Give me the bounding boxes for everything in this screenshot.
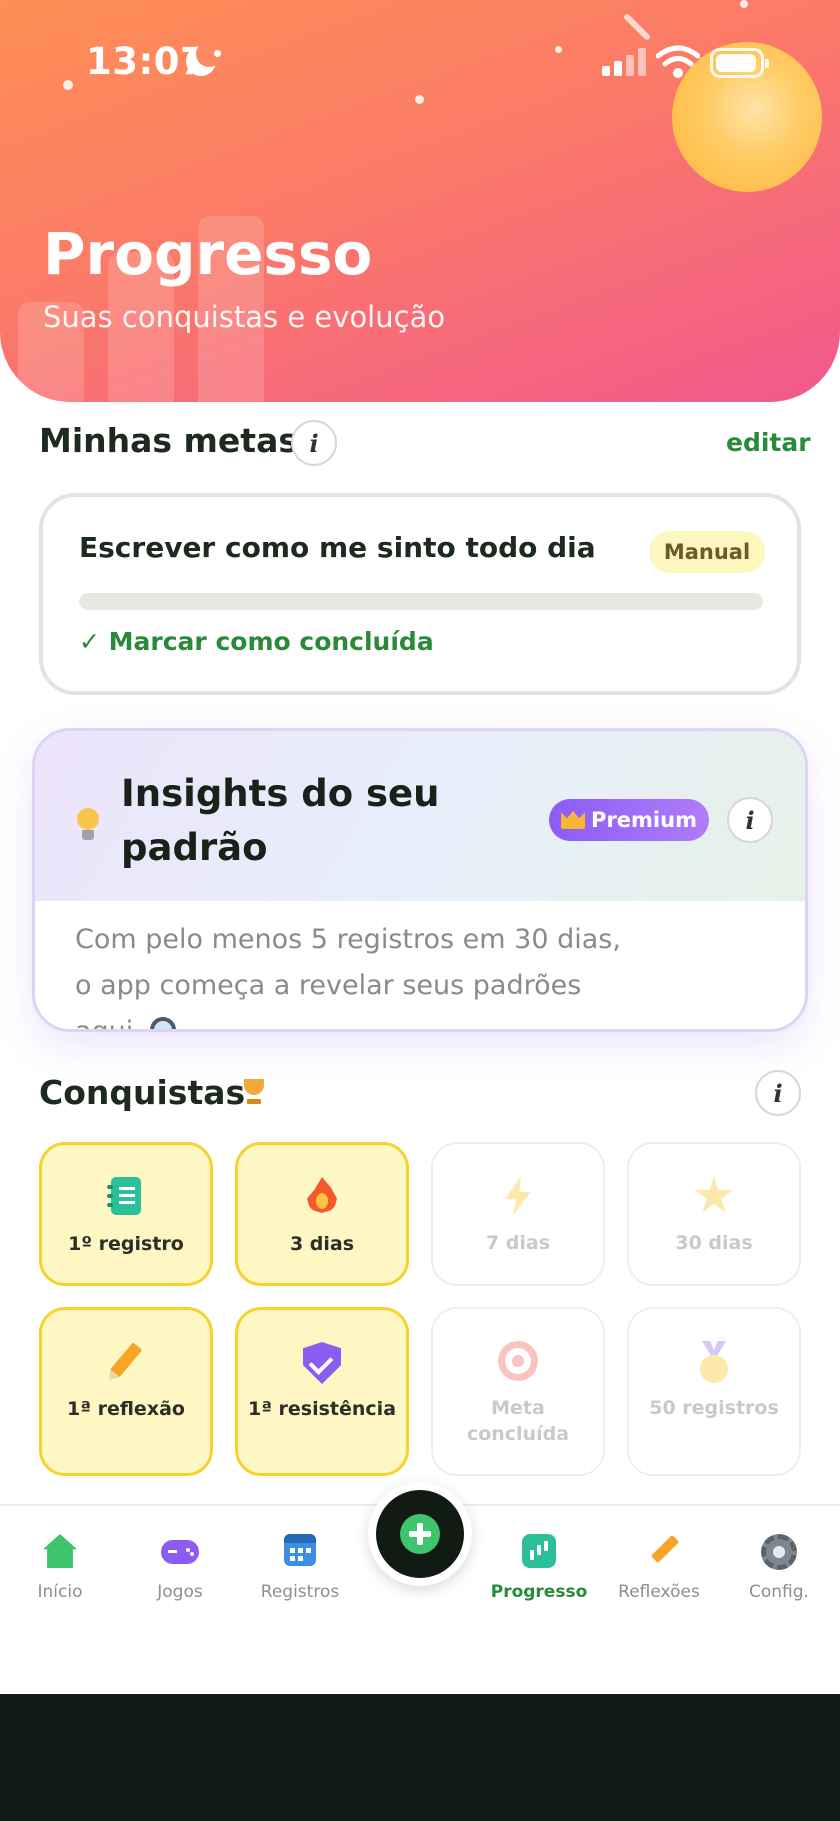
plus-icon bbox=[400, 1514, 440, 1554]
system-bottom-area bbox=[0, 1694, 840, 1821]
decor-dot bbox=[740, 0, 748, 8]
achievement-label: 1ª resistência bbox=[247, 1398, 397, 1420]
crown-icon bbox=[561, 811, 586, 829]
moon-icon bbox=[186, 41, 222, 76]
nav-label: Config. bbox=[749, 1582, 809, 1602]
goal-card: Escrever como me sinto todo dia Manual ✓… bbox=[39, 493, 801, 695]
mark-complete-button[interactable]: ✓ Marcar como concluída bbox=[79, 627, 434, 656]
medal-icon bbox=[694, 1341, 734, 1383]
achievement-card[interactable]: 1ª resistência bbox=[235, 1307, 409, 1476]
battery-icon bbox=[710, 48, 769, 78]
achievement-card[interactable]: 7 dias bbox=[431, 1142, 605, 1286]
achievement-label: 30 dias bbox=[675, 1232, 753, 1254]
decor-line bbox=[622, 12, 652, 42]
nav-item-jogos[interactable]: Jogos bbox=[125, 1534, 235, 1602]
decor-dot bbox=[415, 95, 424, 104]
target-icon bbox=[498, 1341, 538, 1381]
insights-info-button[interactable]: i bbox=[727, 797, 773, 843]
nav-item-inicio[interactable]: Início bbox=[5, 1534, 115, 1602]
insights-title: Insights do seu padrão bbox=[121, 772, 440, 869]
achievement-card[interactable]: Meta concluída bbox=[431, 1307, 605, 1476]
premium-badge[interactable]: Premium bbox=[549, 799, 709, 841]
nav-item-registros[interactable]: Registros bbox=[245, 1534, 355, 1602]
trophy-icon bbox=[241, 1079, 267, 1107]
insights-card: Insights do seu padrão Premium i Com pel… bbox=[32, 728, 808, 1032]
achievement-card[interactable]: 1º registro bbox=[39, 1142, 213, 1286]
achievement-label: 50 registros bbox=[649, 1397, 779, 1419]
edit-goals-link[interactable]: editar bbox=[726, 428, 811, 457]
goals-section-title: Minhas metas bbox=[39, 421, 298, 460]
goal-name: Escrever como me sinto todo dia bbox=[79, 531, 596, 564]
achievement-card[interactable]: 50 registros bbox=[627, 1307, 801, 1476]
gear-icon bbox=[761, 1534, 797, 1570]
goal-type-badge: Manual bbox=[649, 531, 765, 573]
moon-dot-decoration bbox=[214, 50, 221, 57]
page-subtitle: Suas conquistas e evolução bbox=[43, 300, 446, 334]
achievements-info-button[interactable]: i bbox=[755, 1070, 801, 1116]
nav-label: Registros bbox=[260, 1582, 340, 1602]
achievement-card[interactable]: 30 dias bbox=[627, 1142, 801, 1286]
achievement-label: 1ª reflexão bbox=[67, 1398, 185, 1420]
decor-dot bbox=[63, 80, 73, 90]
lightbulb-icon bbox=[77, 808, 99, 846]
flame-icon bbox=[302, 1177, 342, 1217]
achievement-card[interactable]: 3 dias bbox=[235, 1142, 409, 1286]
magnifier-icon bbox=[148, 1015, 184, 1029]
notebook-icon bbox=[106, 1177, 146, 1217]
page-title: Progresso bbox=[43, 220, 373, 288]
nav-label: Progresso bbox=[490, 1582, 588, 1602]
calendar-icon bbox=[284, 1534, 316, 1566]
insights-description: Com pelo menos 5 registros em 30 dias, o… bbox=[75, 917, 635, 1029]
nav-label: Jogos bbox=[157, 1582, 203, 1602]
nav-item-progresso[interactable]: Progresso bbox=[484, 1534, 594, 1602]
achievement-label: Meta concluída bbox=[466, 1397, 570, 1445]
achievement-card[interactable]: 1ª reflexão bbox=[39, 1307, 213, 1476]
gamepad-icon bbox=[161, 1540, 199, 1564]
chart-icon bbox=[522, 1534, 556, 1568]
achievement-label: 3 dias bbox=[289, 1233, 355, 1255]
achievement-label: 1º registro bbox=[68, 1233, 184, 1255]
cellular-signal-icon bbox=[602, 48, 646, 76]
lightning-icon bbox=[498, 1176, 538, 1216]
achievements-section-title: Conquistas bbox=[39, 1073, 246, 1112]
nav-label: Início bbox=[37, 1582, 83, 1602]
page-header: 13:07 Progresso Suas conquistas e evoluç… bbox=[0, 0, 840, 402]
goal-progress-bar bbox=[79, 593, 763, 610]
pencil-icon bbox=[650, 1534, 680, 1564]
pencil-icon bbox=[106, 1342, 146, 1382]
premium-label: Premium bbox=[591, 808, 697, 832]
nav-label: Reflexões bbox=[618, 1582, 700, 1602]
add-entry-button[interactable] bbox=[368, 1482, 472, 1586]
home-icon bbox=[43, 1534, 77, 1568]
fab-inner bbox=[376, 1490, 464, 1578]
achievement-label: 7 dias bbox=[485, 1232, 551, 1254]
nav-item-reflexoes[interactable]: Reflexões bbox=[604, 1534, 714, 1602]
goals-info-button[interactable]: i bbox=[291, 420, 337, 466]
wifi-icon bbox=[656, 45, 700, 78]
star-icon bbox=[694, 1176, 734, 1216]
nav-item-config[interactable]: Config. bbox=[724, 1534, 834, 1602]
decor-dot bbox=[555, 46, 562, 53]
shield-check-icon bbox=[302, 1342, 342, 1384]
